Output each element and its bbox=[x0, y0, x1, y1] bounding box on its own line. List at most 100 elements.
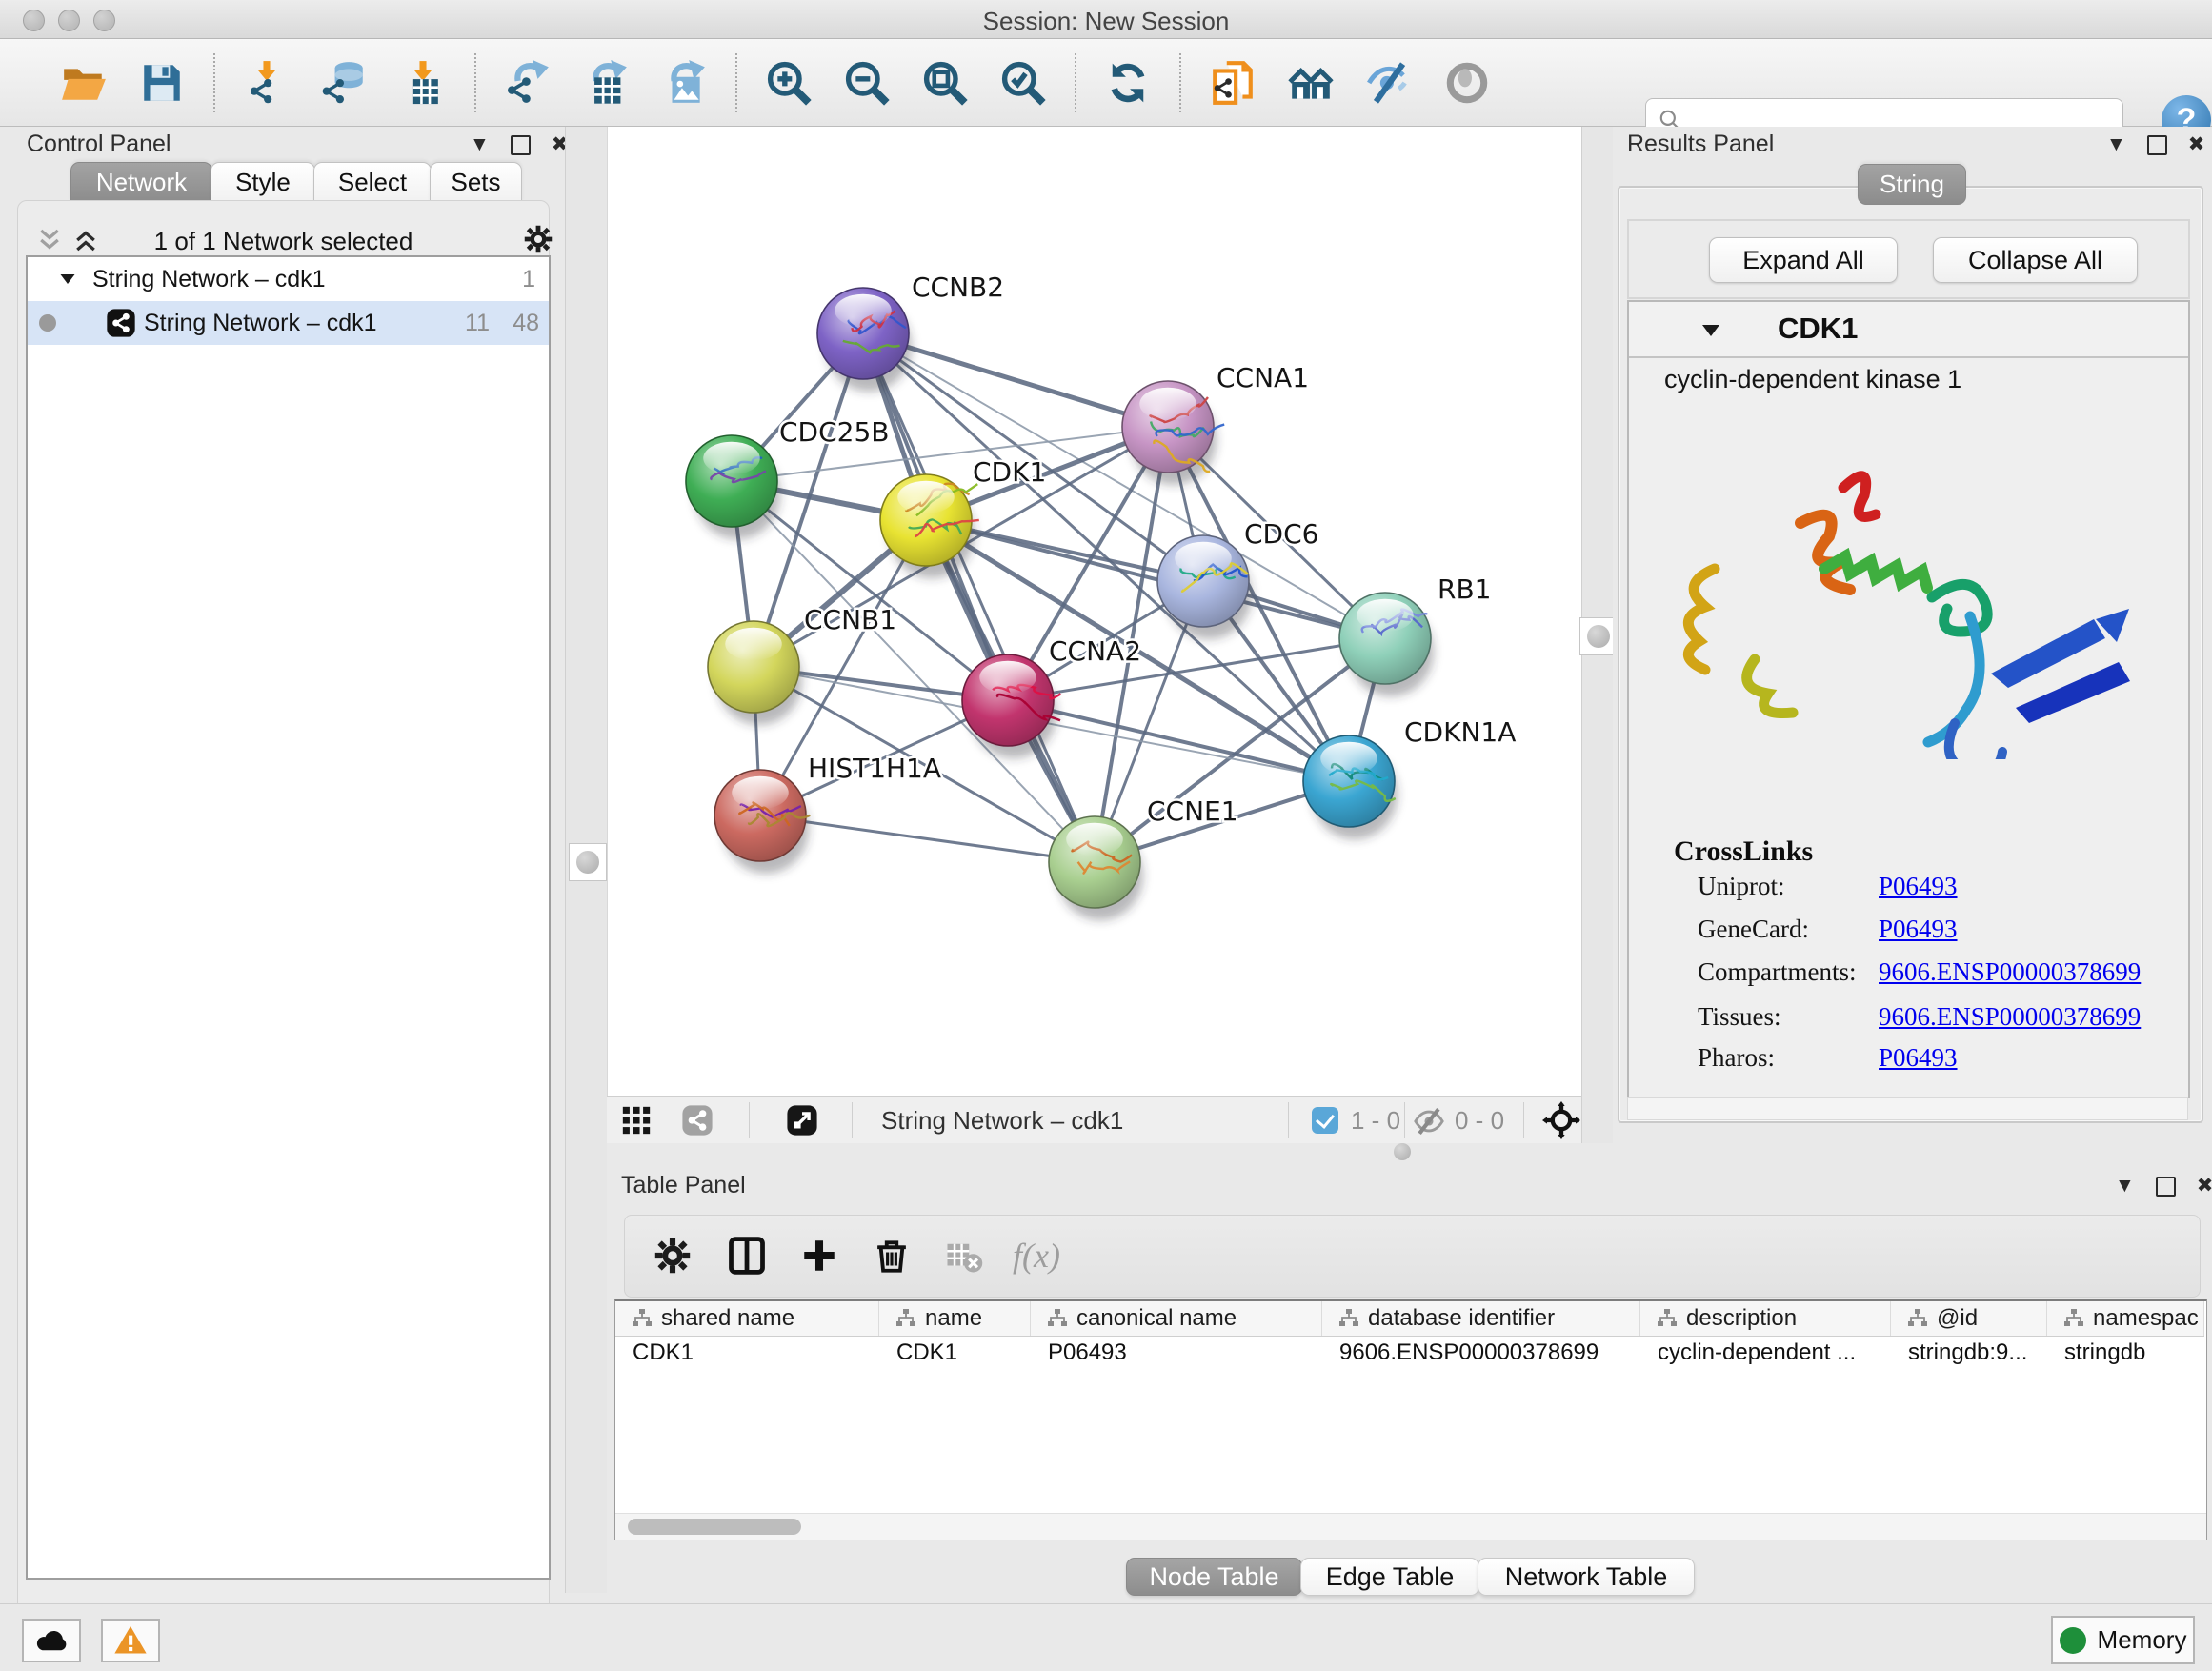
float-panel-icon[interactable]: ▼ bbox=[2106, 134, 2126, 155]
table-cell[interactable]: stringdb:9... bbox=[1891, 1337, 2047, 1369]
table-cell[interactable]: stringdb bbox=[2047, 1337, 2204, 1369]
hide-others-icon[interactable] bbox=[1362, 54, 1416, 111]
node-CCNB2[interactable] bbox=[817, 288, 912, 392]
export-table-icon[interactable] bbox=[579, 54, 633, 111]
table-cell[interactable]: CDK1 bbox=[615, 1337, 879, 1369]
float-panel-icon[interactable]: ▼ bbox=[470, 134, 490, 155]
zoom-out-icon[interactable] bbox=[840, 54, 894, 111]
expand-all-button[interactable]: Expand All bbox=[1709, 237, 1898, 283]
table-row[interactable]: CDK1CDK1P064939606.ENSP00000378699cyclin… bbox=[615, 1337, 2204, 1369]
network-list: String Network – cdk1 1 String Network –… bbox=[26, 255, 551, 1580]
tree-expand-icon[interactable] bbox=[58, 270, 77, 293]
gene-card-header[interactable]: CDK1 bbox=[1629, 302, 2188, 358]
tab-network[interactable]: Network bbox=[70, 162, 212, 203]
refresh-view-icon[interactable] bbox=[1101, 54, 1155, 111]
column-header-namespac[interactable]: namespac bbox=[2047, 1301, 2204, 1336]
zoom-fit-icon[interactable] bbox=[918, 54, 972, 111]
column-header-@id[interactable]: @id bbox=[1891, 1301, 2047, 1336]
import-network-file-icon[interactable] bbox=[240, 54, 293, 111]
node-HIST1H1A[interactable] bbox=[714, 770, 810, 874]
delete-column-trash-icon[interactable] bbox=[865, 1229, 918, 1282]
network-canvas[interactable]: CCNB2CCNA1CDC25BCDK1CDC6RB1CCNB1CCNA2CDK… bbox=[607, 127, 1582, 1096]
close-panel-icon[interactable]: ✖ bbox=[2188, 134, 2205, 155]
table-cell[interactable]: P06493 bbox=[1031, 1337, 1322, 1369]
node-CCNA2[interactable] bbox=[962, 654, 1061, 758]
table-settings-gear-icon[interactable] bbox=[646, 1229, 699, 1282]
collapse-all-button[interactable]: Collapse All bbox=[1933, 237, 2138, 283]
left-splitter[interactable] bbox=[565, 127, 609, 1593]
selected-counts: 1 - 0 bbox=[1351, 1106, 1400, 1136]
show-hidden-icon[interactable] bbox=[1440, 54, 1494, 111]
import-network-database-icon[interactable] bbox=[318, 54, 372, 111]
results-scrollbar-track[interactable] bbox=[1627, 1097, 2188, 1120]
grid-view-icon[interactable] bbox=[620, 1104, 653, 1141]
table-cell[interactable]: CDK1 bbox=[879, 1337, 1031, 1369]
warnings-button[interactable] bbox=[101, 1619, 160, 1662]
tab-style[interactable]: Style bbox=[211, 162, 315, 203]
left-splitter-handle[interactable] bbox=[569, 843, 607, 881]
crosslink-link[interactable]: P06493 bbox=[1879, 872, 1958, 901]
node-CCNA1[interactable] bbox=[1122, 381, 1224, 485]
crosslinks-title: CrossLinks bbox=[1674, 836, 1813, 868]
maximize-panel-icon[interactable] bbox=[2147, 135, 2167, 155]
tab-node-table[interactable]: Node Table bbox=[1126, 1558, 1302, 1596]
zoom-in-icon[interactable] bbox=[762, 54, 815, 111]
node-CDC25B[interactable] bbox=[686, 435, 780, 539]
node-CDKN1A[interactable] bbox=[1303, 735, 1398, 839]
maximize-panel-icon[interactable] bbox=[511, 135, 531, 155]
gene-symbol: CDK1 bbox=[1778, 312, 1858, 346]
crosslink-link[interactable]: 9606.ENSP00000378699 bbox=[1879, 1002, 2141, 1032]
network-row[interactable]: String Network – cdk1 11 48 bbox=[28, 301, 549, 345]
right-splitter[interactable] bbox=[1581, 127, 1615, 1143]
zoom-selected-icon[interactable] bbox=[996, 54, 1050, 111]
save-session-icon[interactable] bbox=[135, 54, 189, 111]
hidden-eye-slash-icon[interactable] bbox=[1413, 1105, 1445, 1142]
import-table-icon[interactable] bbox=[396, 54, 450, 111]
column-header-database-identifier[interactable]: database identifier bbox=[1322, 1301, 1640, 1336]
tab-sets[interactable]: Sets bbox=[430, 162, 522, 203]
column-header-label: @id bbox=[1937, 1305, 1978, 1332]
column-header-canonical-name[interactable]: canonical name bbox=[1031, 1301, 1322, 1336]
export-image-icon[interactable] bbox=[657, 54, 711, 111]
crosslink-link[interactable]: P06493 bbox=[1879, 915, 1958, 944]
table-cell[interactable]: 9606.ENSP00000378699 bbox=[1322, 1337, 1640, 1369]
float-panel-icon[interactable]: ▼ bbox=[2115, 1176, 2135, 1197]
table-hscrollbar-thumb[interactable] bbox=[628, 1519, 801, 1535]
show-columns-icon[interactable] bbox=[720, 1229, 774, 1282]
maximize-panel-icon[interactable] bbox=[2156, 1177, 2176, 1197]
edge-HIST1H1A-CCNE1[interactable] bbox=[760, 815, 1095, 862]
node-CCNE1[interactable] bbox=[1049, 816, 1143, 920]
horizontal-splitter-handle[interactable] bbox=[1386, 1139, 1418, 1164]
tab-network-table[interactable]: Network Table bbox=[1478, 1558, 1695, 1596]
tab-string[interactable]: String bbox=[1858, 164, 1966, 205]
birds-eye-view-icon[interactable] bbox=[786, 1104, 818, 1141]
tab-select[interactable]: Select bbox=[313, 162, 432, 203]
column-header-shared-name[interactable]: shared name bbox=[615, 1301, 879, 1336]
network-share-icon[interactable] bbox=[681, 1104, 714, 1141]
clone-network-icon[interactable] bbox=[1206, 54, 1259, 111]
node-CDC6[interactable] bbox=[1157, 535, 1252, 639]
node-RB1[interactable] bbox=[1339, 593, 1434, 696]
right-splitter-handle[interactable] bbox=[1579, 617, 1618, 655]
collapse-card-icon[interactable] bbox=[1699, 319, 1722, 347]
cloud-button[interactable] bbox=[22, 1619, 81, 1662]
fit-selected-crosshair-icon[interactable] bbox=[1542, 1101, 1580, 1144]
tab-edge-table[interactable]: Edge Table bbox=[1300, 1558, 1479, 1596]
add-column-icon[interactable] bbox=[793, 1229, 846, 1282]
column-header-label: description bbox=[1686, 1305, 1797, 1332]
crosslink-link[interactable]: 9606.ENSP00000378699 bbox=[1879, 957, 2141, 987]
table-hscrollbar[interactable] bbox=[615, 1513, 2206, 1540]
column-header-description[interactable]: description bbox=[1640, 1301, 1891, 1336]
open-session-icon[interactable] bbox=[57, 54, 111, 111]
memory-button[interactable]: Memory bbox=[2051, 1616, 2195, 1664]
close-panel-icon[interactable]: ✖ bbox=[2197, 1176, 2212, 1197]
column-header-name[interactable]: name bbox=[879, 1301, 1031, 1336]
export-network-icon[interactable] bbox=[501, 54, 554, 111]
table-cell[interactable]: cyclin-dependent ... bbox=[1640, 1337, 1891, 1369]
selected-checkbox-icon[interactable] bbox=[1312, 1107, 1338, 1134]
show-all-panels-icon[interactable] bbox=[1284, 54, 1337, 111]
node-CCNB1[interactable] bbox=[708, 621, 802, 725]
crosslink-link[interactable]: P06493 bbox=[1879, 1043, 1958, 1073]
node-label-CDC6: CDC6 bbox=[1244, 518, 1318, 550]
network-collection-row[interactable]: String Network – cdk1 1 bbox=[28, 257, 549, 301]
